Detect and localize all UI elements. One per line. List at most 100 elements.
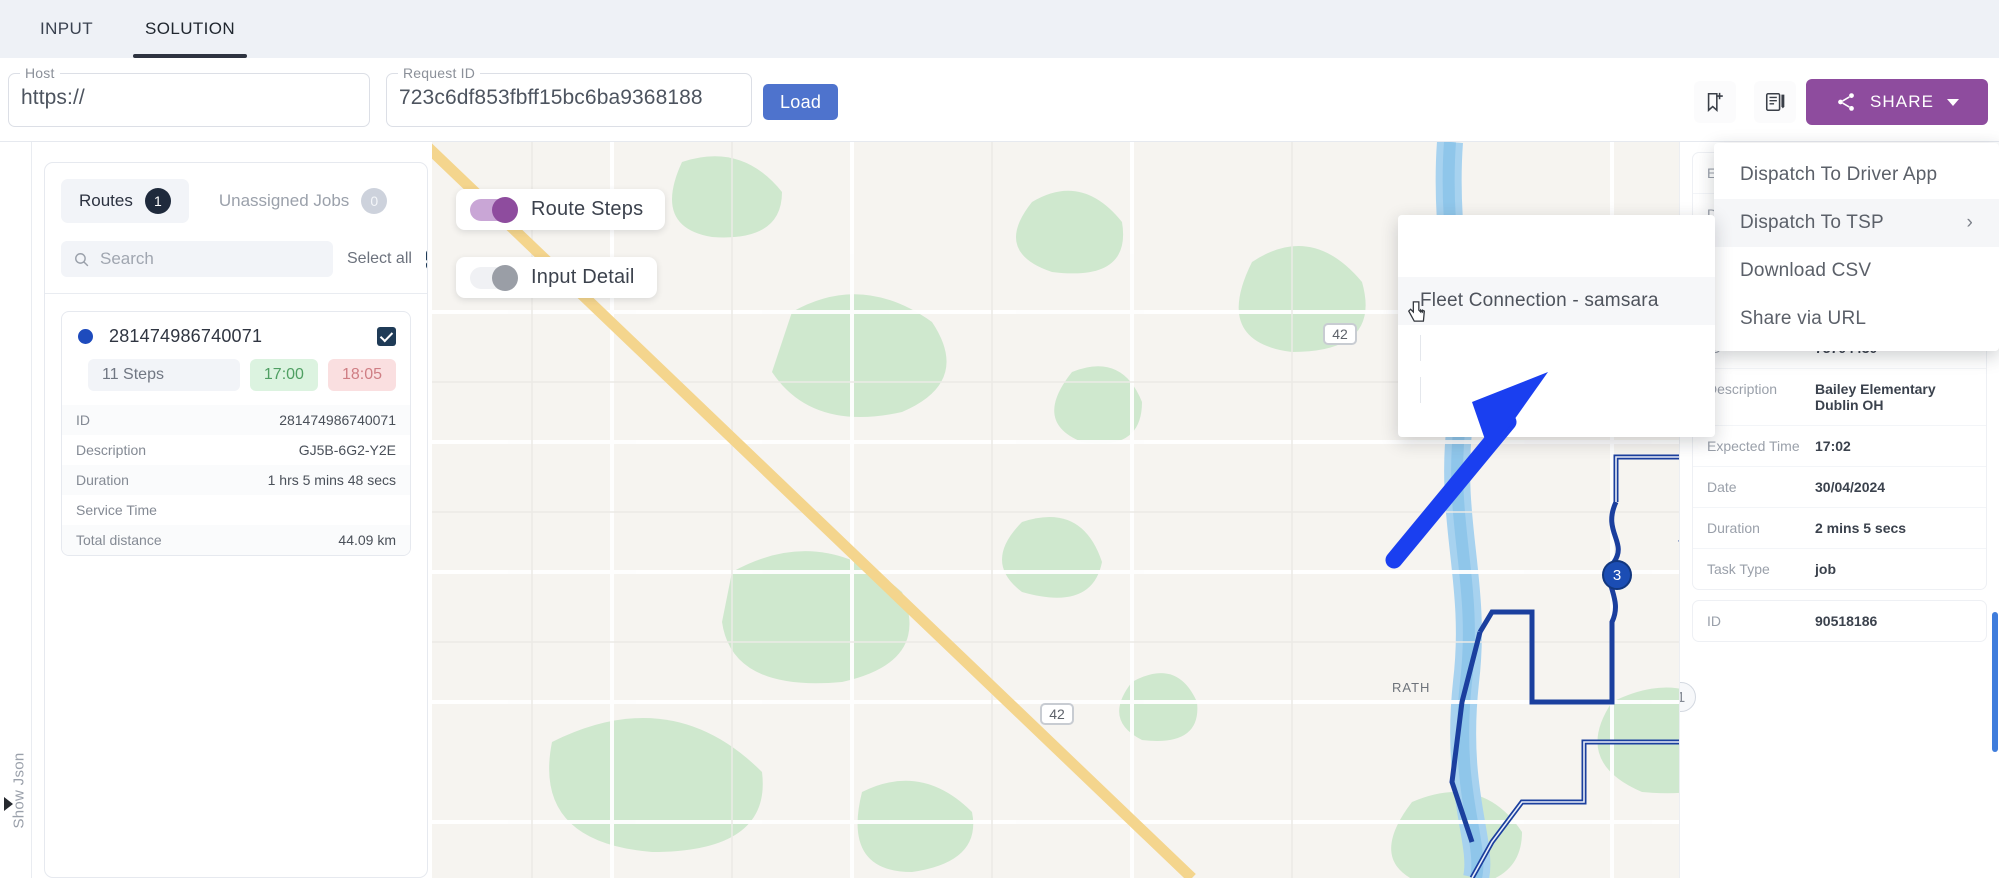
input-detail-label: Input Detail bbox=[531, 266, 635, 288]
search-input[interactable] bbox=[100, 249, 321, 269]
load-button[interactable]: Load bbox=[763, 84, 839, 120]
share-dropdown-menu: Dispatch To Driver App Dispatch To TSP ›… bbox=[1714, 143, 1999, 351]
app-root: INPUT SOLUTION Host https:// Request ID … bbox=[0, 0, 1999, 878]
segment-unassigned-jobs[interactable]: Unassigned Jobs 0 bbox=[201, 179, 405, 223]
share-button[interactable]: SHARE bbox=[1806, 79, 1988, 125]
step-detail-key: Duration bbox=[1707, 520, 1760, 536]
step-detail-row: Date 30/04/2024 bbox=[1693, 467, 1986, 508]
segment-unassigned-count: 0 bbox=[361, 188, 388, 214]
route-steps-chip: 11 Steps bbox=[88, 359, 240, 391]
route-detail-row: Description GJ5B-6G2-Y2E bbox=[62, 435, 410, 465]
tab-solution[interactable]: SOLUTION bbox=[119, 0, 261, 58]
toolbar: Host https:// Request ID 723c6df853fbff1… bbox=[0, 58, 1999, 142]
menu-item-download-csv[interactable]: Download CSV bbox=[1714, 247, 1999, 295]
search-box[interactable] bbox=[61, 241, 333, 277]
panel-divider bbox=[45, 293, 427, 294]
route-color-dot bbox=[78, 329, 93, 344]
step-detail-row: Expected Time 17:02 bbox=[1693, 426, 1986, 467]
tab-bar: INPUT SOLUTION bbox=[0, 0, 1999, 58]
select-all-checkbox[interactable] bbox=[425, 249, 427, 269]
step-detail-value: 90518186 bbox=[1815, 613, 1878, 629]
step-detail-key: Task Type bbox=[1707, 561, 1770, 577]
route-detail-key: ID bbox=[76, 412, 90, 428]
step-detail-key: ID bbox=[1707, 613, 1721, 629]
route-end-time-chip: 18:05 bbox=[327, 359, 396, 391]
route-detail-row: Service Time bbox=[62, 495, 410, 525]
segment-routes-count: 1 bbox=[144, 188, 171, 214]
segment-unassigned-label: Unassigned Jobs bbox=[218, 191, 350, 210]
route-detail-value: 1 hrs 5 mins 48 secs bbox=[267, 472, 396, 488]
route-marker-3[interactable]: 3 bbox=[1602, 560, 1632, 590]
route-card[interactable]: 281474986740071 11 Steps 17:00 18:05 ID 2… bbox=[61, 311, 411, 556]
menu-item-share-via-url[interactable]: Share via URL bbox=[1714, 295, 1999, 343]
step-detail-row: Description Bailey Elementary Dublin OH bbox=[1693, 369, 1986, 426]
notes-icon bbox=[1765, 92, 1785, 112]
tsp-submenu: Fleet Connection - samsara bbox=[1398, 215, 1715, 437]
bookmark-add-icon-button[interactable] bbox=[1694, 81, 1736, 123]
route-detail-row: ID 281474986740071 bbox=[62, 405, 410, 435]
request-id-value: 723c6df853fbff15bc6ba9368188 bbox=[399, 86, 703, 109]
segment-routes[interactable]: Routes 1 bbox=[61, 179, 189, 223]
routes-sidebar: Routes 1 Unassigned Jobs 0 Select all bbox=[32, 142, 432, 878]
routes-panel: Routes 1 Unassigned Jobs 0 Select all bbox=[44, 162, 428, 878]
step-detail-value: 2 mins 5 secs bbox=[1815, 520, 1907, 536]
share-button-label: SHARE bbox=[1869, 92, 1935, 111]
submenu-item-fleet-connection-samsara[interactable]: Fleet Connection - samsara bbox=[1398, 277, 1715, 325]
host-legend: Host bbox=[20, 65, 60, 81]
bookmark-add-icon bbox=[1707, 92, 1723, 112]
segment-routes-label: Routes bbox=[79, 191, 133, 210]
route-detail-key: Service Time bbox=[76, 502, 157, 518]
map-label-rath: RATH bbox=[1392, 680, 1431, 695]
route-detail-key: Duration bbox=[76, 472, 129, 488]
menu-item-dispatch-driver-app[interactable]: Dispatch To Driver App bbox=[1714, 151, 1999, 199]
search-icon bbox=[75, 252, 89, 266]
route-start-time-chip: 17:00 bbox=[249, 359, 318, 391]
show-json-rail[interactable]: Show Json bbox=[0, 142, 32, 878]
menu-item-download-csv-label: Download CSV bbox=[1740, 260, 1872, 281]
route-detail-row: Total distance 44.09 km bbox=[62, 525, 410, 555]
panel-scrollbar[interactable] bbox=[1992, 612, 1998, 752]
route-steps-switch[interactable] bbox=[470, 196, 518, 223]
menu-item-dispatch-tsp[interactable]: Dispatch To TSP › bbox=[1714, 199, 1999, 247]
request-id-field[interactable]: Request ID 723c6df853fbff15bc6ba9368188 bbox=[386, 65, 752, 127]
menu-item-dispatch-driver-app-label: Dispatch To Driver App bbox=[1740, 164, 1938, 185]
route-detail-key: Description bbox=[76, 442, 147, 458]
search-row: Select all bbox=[45, 223, 427, 293]
request-id-legend: Request ID bbox=[398, 65, 481, 81]
route-detail-row: Duration 1 hrs 5 mins 48 secs bbox=[62, 465, 410, 495]
step-detail-card: ID75704430DescriptionBailey Elementary D… bbox=[1692, 327, 1987, 590]
route-steps-toggle[interactable]: Route Steps bbox=[456, 189, 666, 230]
step-detail-row: Task Type job bbox=[1693, 549, 1986, 589]
step-detail-key: Description bbox=[1707, 381, 1778, 397]
share-icon bbox=[1838, 93, 1854, 111]
input-detail-toggle[interactable]: Input Detail bbox=[456, 257, 657, 298]
notes-icon-button[interactable] bbox=[1754, 81, 1796, 123]
tab-solution-label: SOLUTION bbox=[145, 19, 236, 38]
menu-item-share-via-url-label: Share via URL bbox=[1740, 308, 1867, 329]
tab-input-label: INPUT bbox=[40, 19, 93, 38]
route-checkbox[interactable] bbox=[377, 327, 396, 346]
route-steps-label: Route Steps bbox=[531, 198, 644, 220]
route-detail-value: 281474986740071 bbox=[279, 412, 396, 428]
host-field[interactable]: Host https:// bbox=[8, 65, 370, 127]
route-detail-key: Total distance bbox=[76, 532, 162, 548]
caret-down-icon bbox=[1947, 98, 1960, 106]
step-detail-value: job bbox=[1815, 561, 1836, 577]
input-detail-switch[interactable] bbox=[470, 264, 518, 291]
route-title: 281474986740071 bbox=[109, 326, 263, 346]
select-all-label: Select all bbox=[347, 250, 412, 267]
route-details-table: ID 281474986740071 Description GJ5B-6G2-Y2E… bbox=[62, 405, 410, 555]
step-detail-value: 17:02 bbox=[1815, 438, 1851, 454]
host-value: https:// bbox=[21, 86, 85, 109]
step-detail-row: Duration 2 mins 5 secs bbox=[1693, 508, 1986, 549]
show-json-label: Show Json bbox=[10, 752, 28, 829]
route-detail-value: GJ5B-6G2-Y2E bbox=[298, 442, 396, 458]
segment-control: Routes 1 Unassigned Jobs 0 bbox=[45, 163, 427, 223]
step-detail-row: ID 90518186 bbox=[1693, 601, 1986, 641]
highway-shield-42-north: 42 bbox=[1323, 323, 1357, 345]
step-detail-card: ID 90518186 bbox=[1692, 600, 1987, 642]
highway-shield-42-south: 42 bbox=[1040, 703, 1074, 725]
route-detail-value: 44.09 km bbox=[338, 532, 396, 548]
step-detail-value: 30/04/2024 bbox=[1815, 479, 1886, 495]
tab-input[interactable]: INPUT bbox=[14, 0, 119, 58]
